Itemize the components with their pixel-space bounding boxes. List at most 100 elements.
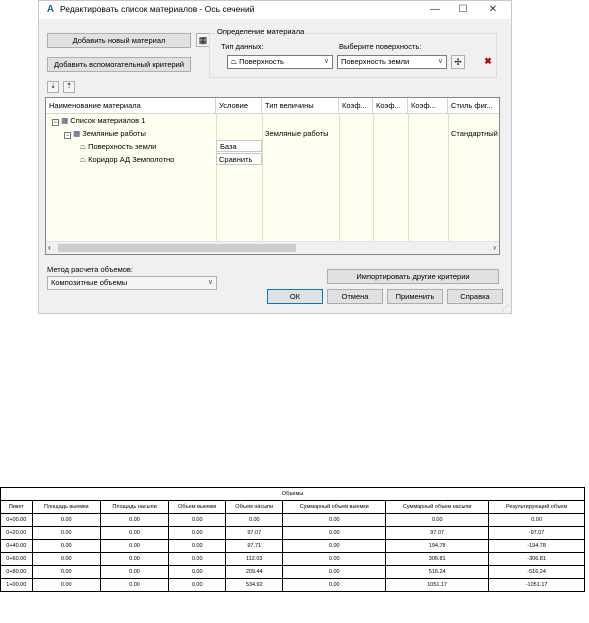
tree-row-label: Список материалов 1 xyxy=(70,116,146,125)
volumes-table: Объемы Пикет Площадь выемки Площадь насы… xyxy=(0,487,585,592)
earthworks-icon: ▦ xyxy=(73,129,81,138)
table-cell: 0+60.00 xyxy=(0,552,33,566)
scroll-left-icon[interactable]: ‹ xyxy=(48,242,51,253)
table-cell: 1051.17 xyxy=(385,578,490,592)
autocad-logo-icon: A xyxy=(46,4,55,15)
collapse-icon[interactable]: − xyxy=(64,132,71,139)
earthworks-shape-style[interactable]: Стандартный xyxy=(451,127,498,140)
table-cell: 0.00 xyxy=(282,539,387,553)
table-cell: 0.00 xyxy=(31,539,101,553)
maximize-icon[interactable]: ☐ xyxy=(449,2,477,18)
collapse-icon[interactable]: − xyxy=(52,119,59,126)
table-cell: 112.03 xyxy=(225,552,284,566)
table-cell: 0.00 xyxy=(31,552,101,566)
col-coef-2[interactable]: Коэф... xyxy=(373,98,408,113)
minimize-icon[interactable]: — xyxy=(421,2,449,18)
col-condition[interactable]: Условие xyxy=(216,98,262,113)
add-material-button[interactable]: Добавить новый материал xyxy=(47,33,191,48)
table-cell: 0.00 xyxy=(99,578,170,592)
material-list-icon[interactable]: ▦ xyxy=(196,33,210,47)
table-cell: -306.81 xyxy=(488,552,585,566)
scroll-right-icon[interactable]: › xyxy=(493,242,496,253)
col-coef-1[interactable]: Коэф... xyxy=(339,98,373,113)
table-cell: 0.00 xyxy=(225,513,284,527)
volume-method-value: Композитные объемы xyxy=(51,278,128,287)
table-cell: 0.00 xyxy=(282,565,387,579)
sort-up-icon[interactable]: ⇡ xyxy=(63,81,75,93)
surface-label: Выберите поверхность: xyxy=(339,42,422,51)
table-cell: 0.00 xyxy=(282,513,387,527)
tree-row-label: Коридор АД Земполотно xyxy=(88,155,175,164)
table-cell: 1+00.00 xyxy=(0,578,33,592)
close-icon[interactable]: ✕ xyxy=(479,2,507,18)
chevron-down-icon: ∨ xyxy=(437,58,443,65)
title-bar: A Редактировать список материалов - Ось … xyxy=(39,1,511,19)
surface-value: Поверхность земли xyxy=(341,57,410,66)
table-cell: 0.00 xyxy=(99,526,170,540)
col-quantity-type[interactable]: Тип величины xyxy=(262,98,339,113)
add-criteria-button[interactable]: Добавить вспомогательный критерий xyxy=(47,57,191,72)
scrollbar-thumb[interactable] xyxy=(58,244,296,252)
table-cell: 97.07 xyxy=(385,526,490,540)
table-row: 0+60.00 0.00 0.00 0.00 112.03 0.00 306.81 -306.… xyxy=(0,552,585,566)
col-material-name[interactable]: Наименование материала xyxy=(46,98,216,113)
col-coef-3[interactable]: Коэф... xyxy=(408,98,448,113)
table-row: 1+00.00 0.00 0.00 0.00 534.92 0.00 1051.17 -105… xyxy=(0,578,585,592)
tree-row-corridor[interactable]: ⏢ Коридор АД Земполотно xyxy=(80,153,174,166)
table-cell: 97.07 xyxy=(225,526,284,540)
surface-icon: ⏢ xyxy=(231,57,240,66)
surface-select[interactable]: Поверхность земли ∨ xyxy=(337,55,447,69)
table-cell: 0.00 xyxy=(282,552,387,566)
chevron-down-icon: ∨ xyxy=(207,279,213,286)
table-cell: 534.92 xyxy=(225,578,284,592)
tree-row-list[interactable]: − ▦ Список материалов 1 xyxy=(52,114,145,127)
surface-condition[interactable]: База xyxy=(216,140,262,152)
col-shape-style[interactable]: Стиль фиг... xyxy=(448,98,499,113)
col-header: Суммарный объем выемки xyxy=(282,500,387,514)
data-type-select[interactable]: ⏢ Поверхность ∨ xyxy=(227,55,333,69)
table-cell: -516.24 xyxy=(488,565,585,579)
help-button[interactable]: Справка xyxy=(447,289,503,304)
table-cell: 0.00 xyxy=(99,539,170,553)
chevron-down-icon: ∨ xyxy=(323,58,329,65)
delete-icon[interactable]: ✖ xyxy=(481,55,495,69)
volume-method-select[interactable]: Композитные объемы ∨ xyxy=(47,276,217,290)
ok-button[interactable]: ОК xyxy=(267,289,323,304)
volumes-table-area: Объемы Пикет Площадь выемки Площадь насы… xyxy=(0,487,589,623)
table-row: 0+80.00 0.00 0.00 0.00 209.44 0.00 516.24 -516.… xyxy=(0,565,585,579)
table-cell: 0+20.00 xyxy=(0,526,33,540)
earthworks-quantity-type[interactable]: Земляные работы xyxy=(265,127,329,140)
col-header: Пикет xyxy=(0,500,33,514)
apply-button[interactable]: Применить xyxy=(387,289,443,304)
volumes-header-row: Пикет Площадь выемки Площадь насыпи Объе… xyxy=(0,500,585,514)
table-cell: 0.00 xyxy=(168,539,227,553)
resize-grip-icon[interactable]: ⋰ xyxy=(502,304,509,312)
sort-down-icon[interactable]: ⇣ xyxy=(47,81,59,93)
material-definition-title: Определение материала xyxy=(215,27,307,36)
import-criteria-button[interactable]: Импортировать другие критерии xyxy=(327,269,499,284)
table-cell: 516.24 xyxy=(385,565,490,579)
edit-material-list-dialog: A Редактировать список материалов - Ось … xyxy=(38,0,512,314)
table-cell: 0+40.00 xyxy=(0,539,33,553)
corridor-condition[interactable]: Сравнить xyxy=(216,153,262,165)
table-row: 0+00.00 0.00 0.00 0.00 0.00 0.00 0.00 0.00 xyxy=(0,513,585,527)
add-surface-icon[interactable]: ✢ xyxy=(451,55,465,69)
material-grid: Наименование материала Условие Тип велич… xyxy=(45,97,500,255)
surface-icon: ⏢ xyxy=(80,155,86,164)
col-header: Результирующий объем xyxy=(488,500,585,514)
horizontal-scrollbar[interactable]: ‹ › xyxy=(46,241,499,254)
table-cell: 0.00 xyxy=(168,513,227,527)
table-cell: 0.00 xyxy=(99,513,170,527)
table-cell: 0.00 xyxy=(31,578,101,592)
table-cell: 306.81 xyxy=(385,552,490,566)
table-cell: 0.00 xyxy=(168,578,227,592)
table-cell: 0.00 xyxy=(99,552,170,566)
table-cell: 0.00 xyxy=(282,526,387,540)
grid-header: Наименование материала Условие Тип велич… xyxy=(46,98,499,114)
cancel-button[interactable]: Отмена xyxy=(327,289,383,304)
table-cell: 0.00 xyxy=(168,552,227,566)
tree-row-surface[interactable]: ⏢ Поверхность земли xyxy=(80,140,156,153)
volume-method-label: Метод расчета объемов: xyxy=(47,265,133,274)
material-list-icon: ▦ xyxy=(61,116,69,125)
table-cell: 0.00 xyxy=(488,513,585,527)
